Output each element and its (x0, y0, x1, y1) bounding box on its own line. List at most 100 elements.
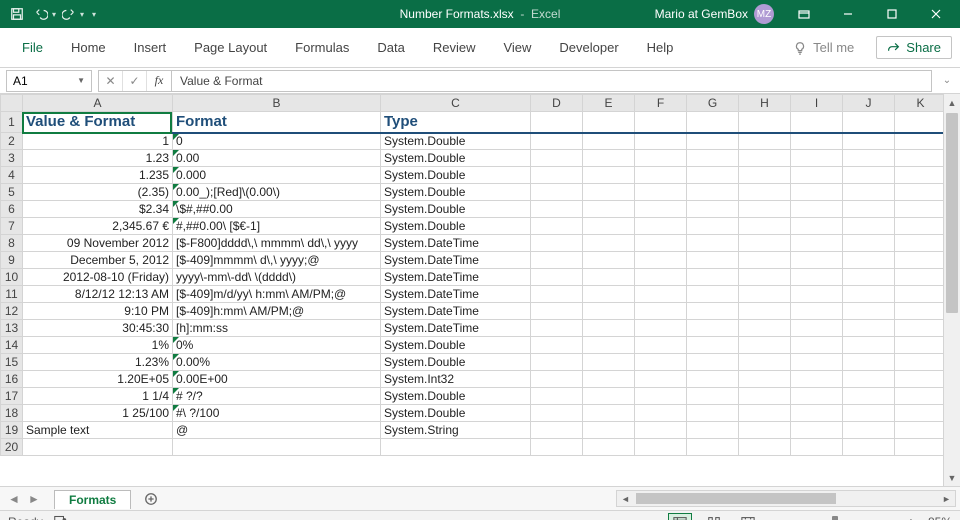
cell[interactable] (531, 269, 583, 286)
cell[interactable] (583, 388, 635, 405)
cell[interactable] (687, 286, 739, 303)
row-header[interactable]: 9 (1, 252, 23, 269)
col-header[interactable]: E (583, 95, 635, 112)
cell[interactable] (531, 303, 583, 320)
cell[interactable] (687, 167, 739, 184)
cell[interactable]: 2,345.67 € (23, 218, 173, 235)
row-header[interactable]: 11 (1, 286, 23, 303)
cell[interactable] (635, 303, 687, 320)
cell[interactable] (895, 286, 944, 303)
cell[interactable] (635, 112, 687, 133)
cell[interactable]: System.Double (381, 405, 531, 422)
cell[interactable] (791, 388, 843, 405)
cell[interactable] (583, 112, 635, 133)
cell[interactable] (583, 150, 635, 167)
cell[interactable] (23, 439, 173, 456)
cell[interactable] (791, 218, 843, 235)
cell[interactable]: # ?/? (173, 388, 381, 405)
cell[interactable]: System.Double (381, 201, 531, 218)
cell[interactable] (635, 133, 687, 150)
zoom-in-button[interactable]: + (904, 514, 918, 520)
cell[interactable]: #\ ?/100 (173, 405, 381, 422)
cell[interactable] (739, 150, 791, 167)
sheet-nav-next-icon[interactable]: ► (24, 488, 44, 510)
row-header[interactable]: 14 (1, 337, 23, 354)
column-headers[interactable]: A B C D E F G H I J K (1, 95, 944, 112)
cell[interactable]: Value & Format (23, 112, 173, 133)
cell[interactable] (843, 303, 895, 320)
formula-input[interactable]: Value & Format (172, 70, 932, 92)
undo-drop-icon[interactable]: ▾ (52, 10, 56, 19)
cell[interactable]: 0% (173, 337, 381, 354)
cell[interactable] (843, 184, 895, 201)
cell[interactable]: 1.235 (23, 167, 173, 184)
cell[interactable] (687, 303, 739, 320)
cell[interactable] (531, 235, 583, 252)
cell[interactable]: 9:10 PM (23, 303, 173, 320)
cell[interactable] (635, 422, 687, 439)
tab-developer[interactable]: Developer (545, 28, 632, 67)
scroll-down-icon[interactable]: ▼ (944, 469, 960, 486)
cell[interactable] (635, 286, 687, 303)
cell[interactable]: @ (173, 422, 381, 439)
row-header[interactable]: 19 (1, 422, 23, 439)
cell[interactable]: System.DateTime (381, 269, 531, 286)
cell[interactable] (583, 337, 635, 354)
view-page-layout-button[interactable] (702, 513, 726, 520)
cell[interactable] (843, 252, 895, 269)
share-button[interactable]: Share (876, 36, 952, 59)
cell[interactable]: 30:45:30 (23, 320, 173, 337)
cell[interactable] (635, 354, 687, 371)
cell[interactable] (687, 320, 739, 337)
cell[interactable]: 1 25/100 (23, 405, 173, 422)
cell[interactable] (791, 133, 843, 150)
view-normal-button[interactable] (668, 513, 692, 520)
cell[interactable] (843, 112, 895, 133)
minimize-icon[interactable] (828, 0, 868, 28)
tab-insert[interactable]: Insert (120, 28, 181, 67)
cell[interactable]: [$-409]h:mm\ AM/PM;@ (173, 303, 381, 320)
cell[interactable]: 1.23 (23, 150, 173, 167)
cell[interactable] (635, 371, 687, 388)
cell[interactable] (635, 320, 687, 337)
cell[interactable] (687, 252, 739, 269)
cell[interactable] (843, 320, 895, 337)
cell[interactable] (739, 184, 791, 201)
redo-drop-icon[interactable]: ▾ (80, 10, 84, 19)
accept-formula-icon[interactable]: ✓ (123, 71, 147, 91)
cell[interactable] (895, 133, 944, 150)
cell[interactable] (895, 388, 944, 405)
col-header[interactable]: I (791, 95, 843, 112)
cell[interactable] (791, 201, 843, 218)
tab-page-layout[interactable]: Page Layout (180, 28, 281, 67)
cell[interactable]: Type (381, 112, 531, 133)
cell[interactable] (791, 112, 843, 133)
expand-formula-bar-icon[interactable]: ⌄ (938, 75, 956, 86)
col-header[interactable]: F (635, 95, 687, 112)
cell[interactable]: System.Double (381, 388, 531, 405)
scroll-up-icon[interactable]: ▲ (944, 94, 960, 111)
cell[interactable]: System.Double (381, 337, 531, 354)
cell[interactable] (583, 235, 635, 252)
cell[interactable] (583, 184, 635, 201)
cell[interactable] (635, 218, 687, 235)
row-header[interactable]: 15 (1, 354, 23, 371)
cell[interactable]: 0 (173, 133, 381, 150)
cell[interactable] (895, 303, 944, 320)
cell[interactable] (739, 133, 791, 150)
cell[interactable] (895, 150, 944, 167)
cell[interactable] (895, 201, 944, 218)
row-header[interactable]: 13 (1, 320, 23, 337)
cell[interactable] (739, 269, 791, 286)
cell[interactable]: System.Double (381, 354, 531, 371)
cell[interactable]: Format (173, 112, 381, 133)
cell[interactable] (791, 235, 843, 252)
zoom-out-button[interactable]: − (770, 514, 784, 520)
cell[interactable] (531, 167, 583, 184)
cell[interactable] (635, 252, 687, 269)
cell[interactable]: [h]:mm:ss (173, 320, 381, 337)
cell[interactable] (791, 167, 843, 184)
cell[interactable] (843, 405, 895, 422)
cell[interactable]: 2012-08-10 (Friday) (23, 269, 173, 286)
cell[interactable] (895, 405, 944, 422)
